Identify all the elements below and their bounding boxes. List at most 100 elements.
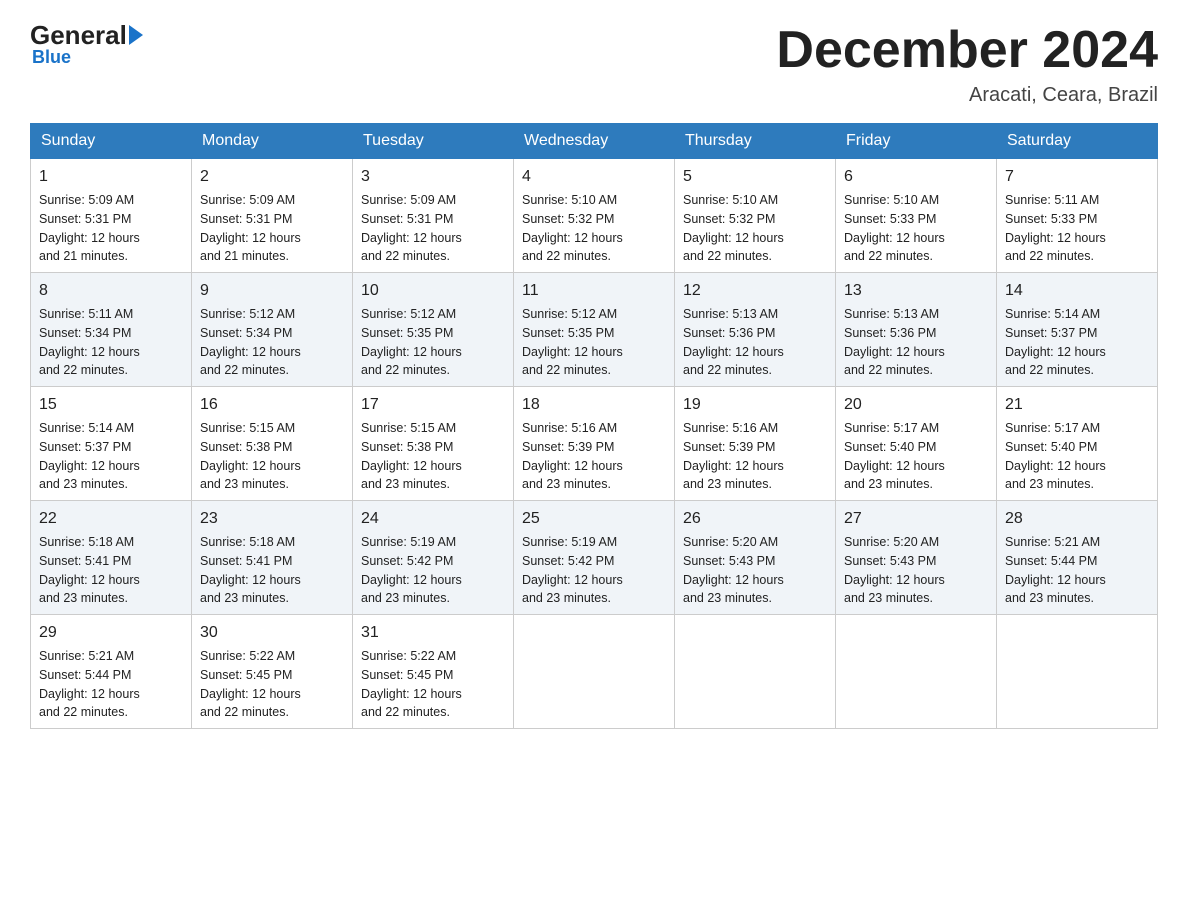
calendar-cell: 31Sunrise: 5:22 AMSunset: 5:45 PMDayligh… — [353, 615, 514, 729]
day-info: Sunrise: 5:16 AMSunset: 5:39 PMDaylight:… — [522, 419, 666, 494]
day-number: 8 — [39, 279, 183, 303]
day-info: Sunrise: 5:10 AMSunset: 5:33 PMDaylight:… — [844, 191, 988, 266]
day-info: Sunrise: 5:20 AMSunset: 5:43 PMDaylight:… — [683, 533, 827, 608]
day-info: Sunrise: 5:19 AMSunset: 5:42 PMDaylight:… — [361, 533, 505, 608]
day-info: Sunrise: 5:19 AMSunset: 5:42 PMDaylight:… — [522, 533, 666, 608]
page-header: General Blue December 2024 Aracati, Cear… — [30, 20, 1158, 107]
day-number: 14 — [1005, 279, 1149, 303]
calendar-cell: 5Sunrise: 5:10 AMSunset: 5:32 PMDaylight… — [675, 159, 836, 273]
day-number: 21 — [1005, 393, 1149, 417]
calendar-cell: 2Sunrise: 5:09 AMSunset: 5:31 PMDaylight… — [192, 159, 353, 273]
day-number: 11 — [522, 279, 666, 303]
calendar-week-row: 15Sunrise: 5:14 AMSunset: 5:37 PMDayligh… — [31, 387, 1158, 501]
calendar-cell: 25Sunrise: 5:19 AMSunset: 5:42 PMDayligh… — [514, 501, 675, 615]
header-thursday: Thursday — [675, 124, 836, 159]
day-info: Sunrise: 5:11 AMSunset: 5:34 PMDaylight:… — [39, 305, 183, 380]
header-wednesday: Wednesday — [514, 124, 675, 159]
day-number: 22 — [39, 507, 183, 531]
day-info: Sunrise: 5:12 AMSunset: 5:35 PMDaylight:… — [361, 305, 505, 380]
day-number: 12 — [683, 279, 827, 303]
day-number: 20 — [844, 393, 988, 417]
calendar-cell: 27Sunrise: 5:20 AMSunset: 5:43 PMDayligh… — [836, 501, 997, 615]
day-number: 2 — [200, 165, 344, 189]
calendar-cell: 9Sunrise: 5:12 AMSunset: 5:34 PMDaylight… — [192, 273, 353, 387]
calendar-cell: 24Sunrise: 5:19 AMSunset: 5:42 PMDayligh… — [353, 501, 514, 615]
day-info: Sunrise: 5:17 AMSunset: 5:40 PMDaylight:… — [844, 419, 988, 494]
day-info: Sunrise: 5:18 AMSunset: 5:41 PMDaylight:… — [200, 533, 344, 608]
calendar-cell: 13Sunrise: 5:13 AMSunset: 5:36 PMDayligh… — [836, 273, 997, 387]
calendar-cell: 14Sunrise: 5:14 AMSunset: 5:37 PMDayligh… — [997, 273, 1158, 387]
calendar-week-row: 22Sunrise: 5:18 AMSunset: 5:41 PMDayligh… — [31, 501, 1158, 615]
day-number: 28 — [1005, 507, 1149, 531]
calendar-cell: 12Sunrise: 5:13 AMSunset: 5:36 PMDayligh… — [675, 273, 836, 387]
day-number: 25 — [522, 507, 666, 531]
day-info: Sunrise: 5:22 AMSunset: 5:45 PMDaylight:… — [361, 647, 505, 722]
header-saturday: Saturday — [997, 124, 1158, 159]
calendar-cell — [997, 615, 1158, 729]
day-number: 30 — [200, 621, 344, 645]
day-number: 13 — [844, 279, 988, 303]
day-number: 17 — [361, 393, 505, 417]
day-number: 10 — [361, 279, 505, 303]
calendar-cell: 19Sunrise: 5:16 AMSunset: 5:39 PMDayligh… — [675, 387, 836, 501]
calendar-cell: 7Sunrise: 5:11 AMSunset: 5:33 PMDaylight… — [997, 159, 1158, 273]
calendar-cell: 6Sunrise: 5:10 AMSunset: 5:33 PMDaylight… — [836, 159, 997, 273]
day-info: Sunrise: 5:11 AMSunset: 5:33 PMDaylight:… — [1005, 191, 1149, 266]
day-number: 6 — [844, 165, 988, 189]
calendar-cell: 30Sunrise: 5:22 AMSunset: 5:45 PMDayligh… — [192, 615, 353, 729]
day-info: Sunrise: 5:22 AMSunset: 5:45 PMDaylight:… — [200, 647, 344, 722]
day-number: 16 — [200, 393, 344, 417]
calendar-cell: 29Sunrise: 5:21 AMSunset: 5:44 PMDayligh… — [31, 615, 192, 729]
calendar-cell: 15Sunrise: 5:14 AMSunset: 5:37 PMDayligh… — [31, 387, 192, 501]
calendar-cell: 16Sunrise: 5:15 AMSunset: 5:38 PMDayligh… — [192, 387, 353, 501]
day-info: Sunrise: 5:10 AMSunset: 5:32 PMDaylight:… — [683, 191, 827, 266]
day-info: Sunrise: 5:12 AMSunset: 5:34 PMDaylight:… — [200, 305, 344, 380]
calendar-cell: 20Sunrise: 5:17 AMSunset: 5:40 PMDayligh… — [836, 387, 997, 501]
calendar-cell: 10Sunrise: 5:12 AMSunset: 5:35 PMDayligh… — [353, 273, 514, 387]
day-info: Sunrise: 5:21 AMSunset: 5:44 PMDaylight:… — [39, 647, 183, 722]
day-info: Sunrise: 5:15 AMSunset: 5:38 PMDaylight:… — [200, 419, 344, 494]
day-number: 1 — [39, 165, 183, 189]
calendar-cell: 26Sunrise: 5:20 AMSunset: 5:43 PMDayligh… — [675, 501, 836, 615]
calendar-week-row: 1Sunrise: 5:09 AMSunset: 5:31 PMDaylight… — [31, 159, 1158, 273]
day-info: Sunrise: 5:20 AMSunset: 5:43 PMDaylight:… — [844, 533, 988, 608]
day-info: Sunrise: 5:14 AMSunset: 5:37 PMDaylight:… — [39, 419, 183, 494]
day-number: 31 — [361, 621, 505, 645]
calendar-cell: 18Sunrise: 5:16 AMSunset: 5:39 PMDayligh… — [514, 387, 675, 501]
day-info: Sunrise: 5:09 AMSunset: 5:31 PMDaylight:… — [200, 191, 344, 266]
day-info: Sunrise: 5:10 AMSunset: 5:32 PMDaylight:… — [522, 191, 666, 266]
header-tuesday: Tuesday — [353, 124, 514, 159]
day-info: Sunrise: 5:13 AMSunset: 5:36 PMDaylight:… — [683, 305, 827, 380]
calendar-cell: 4Sunrise: 5:10 AMSunset: 5:32 PMDaylight… — [514, 159, 675, 273]
month-title: December 2024 — [776, 20, 1158, 80]
day-number: 3 — [361, 165, 505, 189]
calendar-week-row: 8Sunrise: 5:11 AMSunset: 5:34 PMDaylight… — [31, 273, 1158, 387]
calendar-cell: 28Sunrise: 5:21 AMSunset: 5:44 PMDayligh… — [997, 501, 1158, 615]
calendar-cell: 23Sunrise: 5:18 AMSunset: 5:41 PMDayligh… — [192, 501, 353, 615]
day-number: 23 — [200, 507, 344, 531]
day-number: 24 — [361, 507, 505, 531]
day-info: Sunrise: 5:18 AMSunset: 5:41 PMDaylight:… — [39, 533, 183, 608]
calendar-cell — [514, 615, 675, 729]
day-number: 7 — [1005, 165, 1149, 189]
calendar-cell: 17Sunrise: 5:15 AMSunset: 5:38 PMDayligh… — [353, 387, 514, 501]
calendar-cell: 11Sunrise: 5:12 AMSunset: 5:35 PMDayligh… — [514, 273, 675, 387]
day-number: 4 — [522, 165, 666, 189]
title-block: December 2024 Aracati, Ceara, Brazil — [776, 20, 1158, 107]
header-sunday: Sunday — [31, 124, 192, 159]
calendar-cell — [675, 615, 836, 729]
calendar-table: SundayMondayTuesdayWednesdayThursdayFrid… — [30, 123, 1158, 729]
day-info: Sunrise: 5:12 AMSunset: 5:35 PMDaylight:… — [522, 305, 666, 380]
day-number: 26 — [683, 507, 827, 531]
calendar-cell — [836, 615, 997, 729]
calendar-cell: 1Sunrise: 5:09 AMSunset: 5:31 PMDaylight… — [31, 159, 192, 273]
day-number: 19 — [683, 393, 827, 417]
day-info: Sunrise: 5:09 AMSunset: 5:31 PMDaylight:… — [39, 191, 183, 266]
day-info: Sunrise: 5:15 AMSunset: 5:38 PMDaylight:… — [361, 419, 505, 494]
day-info: Sunrise: 5:21 AMSunset: 5:44 PMDaylight:… — [1005, 533, 1149, 608]
day-number: 18 — [522, 393, 666, 417]
day-info: Sunrise: 5:14 AMSunset: 5:37 PMDaylight:… — [1005, 305, 1149, 380]
calendar-header-row: SundayMondayTuesdayWednesdayThursdayFrid… — [31, 124, 1158, 159]
location: Aracati, Ceara, Brazil — [776, 84, 1158, 107]
day-number: 29 — [39, 621, 183, 645]
